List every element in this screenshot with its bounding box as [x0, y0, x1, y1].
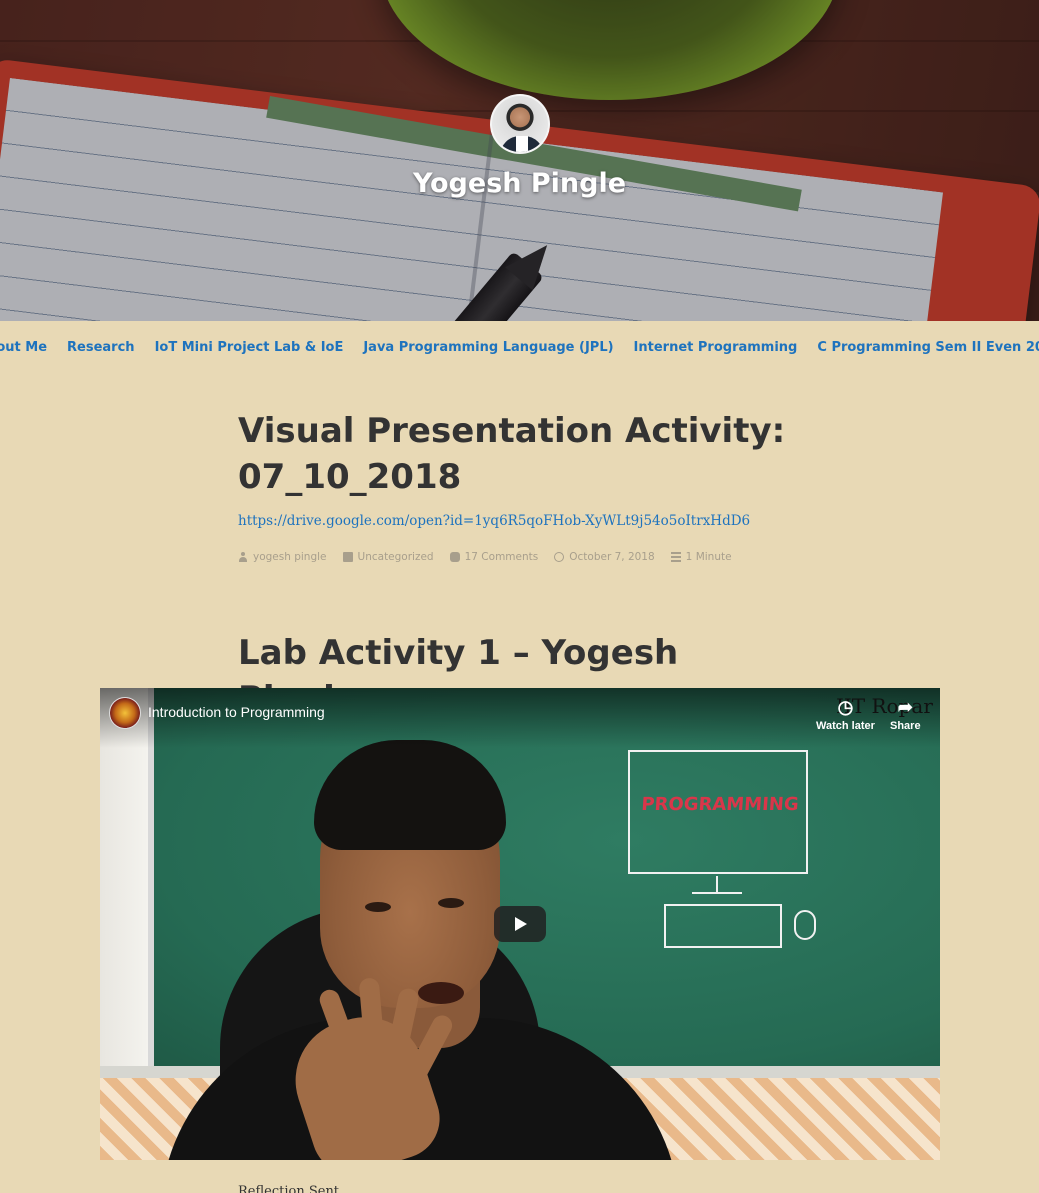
nav-item-research[interactable]: Research	[67, 340, 135, 355]
meta-category[interactable]: Uncategorized	[342, 551, 434, 563]
nav-item-about-me[interactable]: About Me	[0, 340, 47, 355]
site-title[interactable]: Yogesh Pingle	[0, 168, 1039, 199]
comment-icon	[449, 552, 460, 562]
post-body-text: Reflection Sent	[238, 1184, 340, 1193]
nav-item-java[interactable]: Java Programming Language (JPL)	[363, 340, 613, 355]
channel-logo[interactable]	[109, 697, 141, 729]
keyboard-drawing	[664, 904, 782, 948]
header-image	[0, 0, 1039, 321]
nav-item-internet-programming[interactable]: Internet Programming	[634, 340, 798, 355]
clock-icon	[554, 552, 565, 562]
drive-link[interactable]: https://drive.google.com/open?id=1yq6R5q…	[238, 513, 750, 529]
read-time-icon	[670, 552, 681, 562]
post-title[interactable]: Visual Presentation Activity: 07_10_2018	[238, 408, 798, 500]
play-button[interactable]	[494, 906, 546, 942]
meta-author[interactable]: yogesh pingle	[238, 551, 327, 563]
primary-nav: About Me Research IoT Mini Project Lab &…	[0, 340, 1039, 355]
author-icon	[238, 552, 248, 562]
meta-date[interactable]: October 7, 2018	[554, 551, 655, 563]
monitor-drawing-text: PROGRAMMING	[640, 794, 800, 815]
share-arrow-icon: ➦	[897, 697, 913, 717]
mouse-drawing	[794, 910, 816, 940]
share-button[interactable]: ➦ Share	[890, 698, 921, 732]
meta-comments[interactable]: 17 Comments	[449, 551, 538, 563]
site-avatar[interactable]	[490, 94, 550, 154]
video-title[interactable]: Introduction to Programming	[148, 704, 325, 720]
nav-item-iot-lab[interactable]: IoT Mini Project Lab & IoE	[155, 340, 344, 355]
nav-item-c-programming[interactable]: C Programming Sem II Even 2020	[817, 340, 1039, 355]
folder-icon	[342, 552, 353, 562]
meta-read-time: 1 Minute	[670, 551, 732, 563]
post-meta: yogesh pingle Uncategorized 17 Comments …	[238, 551, 732, 563]
watch-later-button[interactable]: ◷ Watch later	[816, 698, 875, 732]
clock-icon: ◷	[837, 697, 854, 717]
youtube-video-embed[interactable]: PROGRAMMING Introduction to Programming …	[100, 688, 940, 1160]
